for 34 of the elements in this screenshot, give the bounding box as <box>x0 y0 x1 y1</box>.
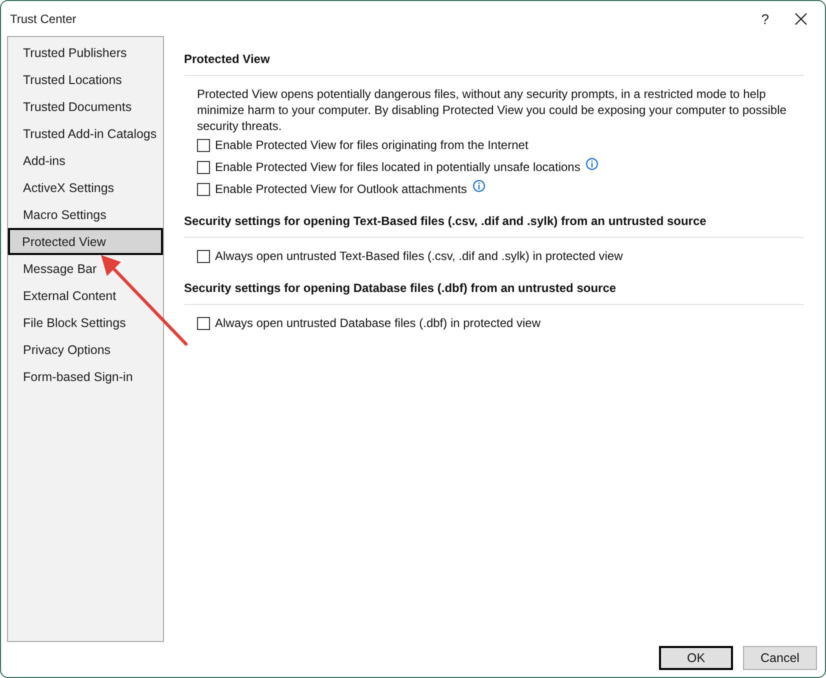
option-label[interactable]: Enable Protected View for files originating from the Internet <box>215 138 528 152</box>
help-button[interactable]: ? <box>753 10 777 26</box>
sidebar-item[interactable]: Trusted Locations <box>8 66 163 93</box>
sidebar-item[interactable]: Trusted Add-in Catalogs <box>8 120 163 147</box>
option-label[interactable]: Always open untrusted Database files (.dbf) in protected view <box>215 316 541 330</box>
section-description: Protected View opens potentially dangerous files, without any security prompts, in a restricted mode to help minimize harm to your computer. By disabling Protected View you could be exposing your computer to possible security threats. <box>197 86 788 134</box>
sidebar-item[interactable]: ActiveX Settings <box>8 174 163 201</box>
window-title: Trust Center <box>10 12 76 26</box>
option-label[interactable]: Always open untrusted Text-Based files (.csv, .dif and .sylk) in protected view <box>215 249 623 263</box>
sidebar-item[interactable]: File Block Settings <box>8 309 163 336</box>
sidebar-item[interactable]: Form-based Sign-in <box>8 363 163 390</box>
sidebar-item[interactable]: Message Bar <box>8 255 163 282</box>
dialog-button[interactable]: Cancel <box>743 646 817 670</box>
sidebar-item[interactable]: Trusted Publishers <box>8 39 163 66</box>
sidebar-item[interactable]: Privacy Options <box>8 336 163 363</box>
sidebar-item[interactable]: Add-ins <box>8 147 163 174</box>
section-heading: Security settings for opening Database files (.dbf) from an untrusted source <box>184 280 804 305</box>
option-label[interactable]: Enable Protected View for files located in potentially unsafe locations <box>215 160 580 174</box>
sidebar-item[interactable]: Trusted Documents <box>8 93 163 120</box>
section-heading: Protected View <box>184 51 804 76</box>
checkbox[interactable] <box>197 138 210 152</box>
checkbox[interactable] <box>197 250 210 262</box>
checkbox[interactable] <box>197 160 210 174</box>
section-heading: Security settings for opening Text-Based files (.csv, .dif and .sylk) from an untrusted source <box>184 213 804 238</box>
checkbox[interactable] <box>197 182 210 196</box>
dialog-button[interactable]: OK <box>659 646 733 670</box>
close-icon <box>795 12 807 24</box>
info-icon[interactable] <box>472 180 485 192</box>
sidebar-item[interactable]: External Content <box>8 282 163 309</box>
info-icon[interactable] <box>586 158 598 170</box>
sidebar-item[interactable]: Protected View <box>8 228 163 255</box>
option-label[interactable]: Enable Protected View for Outlook attachments <box>215 182 467 196</box>
sidebar-item[interactable]: Macro Settings <box>8 201 163 228</box>
checkbox[interactable] <box>197 316 210 330</box>
